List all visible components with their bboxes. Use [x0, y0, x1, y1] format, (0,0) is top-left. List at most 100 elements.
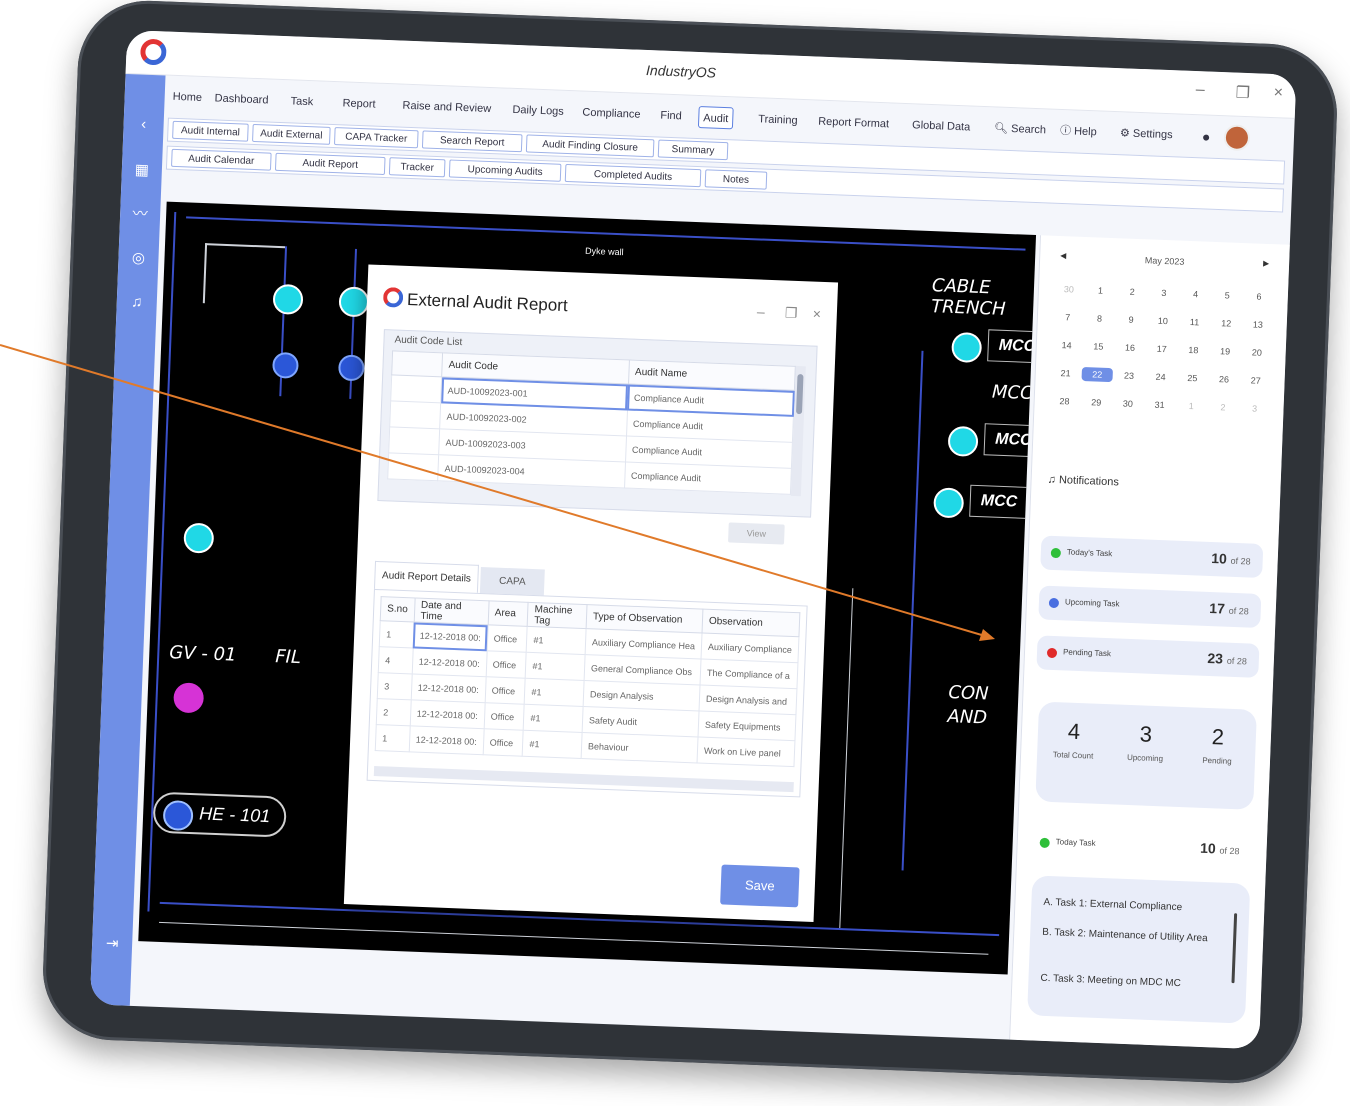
- pending-task-card[interactable]: Pending Task 23 of 28: [1036, 635, 1260, 678]
- menu-home[interactable]: Home: [168, 86, 206, 109]
- close-button[interactable]: ×: [1273, 84, 1283, 102]
- machine-tag-cell[interactable]: #1: [524, 678, 584, 707]
- calendar-day[interactable]: 8: [1083, 311, 1115, 326]
- calendar-day[interactable]: 26: [1208, 372, 1240, 387]
- tab-audit-calendar[interactable]: Audit Calendar: [171, 148, 272, 171]
- menu-report-format[interactable]: Report Format: [814, 110, 894, 135]
- machine-tag-cell[interactable]: #1: [526, 626, 586, 655]
- calendar-day[interactable]: 3: [1239, 401, 1271, 416]
- calendar-day[interactable]: 22: [1081, 366, 1114, 383]
- calendar-day[interactable]: 17: [1146, 341, 1178, 356]
- menu-audit[interactable]: Audit: [697, 106, 734, 130]
- tab-audit-finding-closure[interactable]: Audit Finding Closure: [525, 134, 655, 158]
- valve-icon[interactable]: [173, 682, 205, 714]
- he-unit[interactable]: HE - 101: [152, 791, 287, 838]
- calendar-day[interactable]: 30: [1112, 396, 1144, 411]
- calendar-day[interactable]: 3: [1148, 285, 1180, 300]
- calendar-day[interactable]: 2: [1207, 400, 1239, 415]
- calendar-day[interactable]: 29: [1080, 395, 1112, 410]
- tab-notes[interactable]: Notes: [704, 169, 768, 190]
- calendar-day[interactable]: 4: [1179, 287, 1211, 302]
- calendar-day[interactable]: 9: [1115, 312, 1147, 327]
- tab-summary[interactable]: Summary: [657, 139, 729, 161]
- calendar-day[interactable]: 30: [1053, 282, 1085, 297]
- date-cell[interactable]: 12-12-2018 00:: [409, 699, 485, 729]
- observation-cell[interactable]: Design Analysis and: [698, 684, 797, 715]
- menu-compliance[interactable]: Compliance: [578, 101, 645, 126]
- help-button[interactable]: ⓘ Help: [1056, 120, 1101, 144]
- upcoming-task-card[interactable]: Upcoming Task 17 of 28: [1038, 585, 1262, 628]
- menu-find[interactable]: Find: [656, 104, 686, 127]
- row-selector[interactable]: [388, 426, 440, 455]
- calendar-day[interactable]: 1: [1175, 399, 1207, 414]
- calendar-day[interactable]: 1: [1084, 283, 1116, 298]
- pump-node[interactable]: [271, 351, 299, 379]
- calendar-day[interactable]: 12: [1210, 316, 1242, 331]
- machine-tag-cell[interactable]: #1: [525, 652, 585, 681]
- tab-search-report[interactable]: Search Report: [421, 130, 523, 153]
- bell-icon[interactable]: ♫: [126, 292, 147, 313]
- calendar-day[interactable]: 31: [1143, 397, 1175, 412]
- target-icon[interactable]: ◎: [128, 248, 149, 269]
- observation-cell[interactable]: Work on Live panel: [696, 736, 795, 767]
- observation-cell[interactable]: The Compliance of a: [699, 659, 798, 689]
- menu-training[interactable]: Training: [754, 108, 802, 132]
- menu-task[interactable]: Task: [286, 90, 317, 113]
- calendar-day[interactable]: 13: [1242, 317, 1274, 332]
- tab-tracker[interactable]: Tracker: [388, 157, 446, 178]
- area-cell[interactable]: Office: [483, 702, 525, 731]
- list-item[interactable]: B. Task 2: Maintenance of Utility Area: [1042, 926, 1222, 946]
- calendar-day[interactable]: 14: [1051, 338, 1083, 353]
- view-button[interactable]: View: [728, 522, 785, 545]
- observation-type-cell[interactable]: Behaviour: [581, 732, 698, 763]
- tab-capa-tracker[interactable]: CAPA Tracker: [333, 127, 419, 149]
- calendar-day[interactable]: 6: [1243, 289, 1275, 304]
- tab-audit-external[interactable]: Audit External: [252, 123, 331, 145]
- list-item[interactable]: C. Task 3: Meeting on MDC MC: [1040, 972, 1220, 992]
- details-hscrollbar[interactable]: [373, 766, 794, 793]
- menu-global-data[interactable]: Global Data: [908, 114, 975, 139]
- calendar-day[interactable]: 7: [1052, 310, 1084, 325]
- machine-tag-cell[interactable]: #1: [523, 704, 583, 733]
- calendar-day[interactable]: 24: [1145, 369, 1177, 384]
- calendar-day[interactable]: 21: [1049, 366, 1081, 381]
- calendar-day[interactable]: 20: [1241, 345, 1273, 360]
- sensor-node[interactable]: [183, 522, 215, 554]
- menu-dashboard[interactable]: Dashboard: [210, 87, 273, 111]
- calendar-day[interactable]: 11: [1178, 315, 1210, 330]
- observation-cell[interactable]: Auxiliary Compliance: [700, 633, 799, 663]
- row-selector[interactable]: [387, 452, 439, 481]
- observation-cell[interactable]: Safety Equipments: [697, 710, 796, 741]
- today-task-summary[interactable]: Today Task 10 of 28: [1029, 825, 1253, 868]
- back-icon[interactable]: ‹: [133, 114, 154, 135]
- dashboard-icon[interactable]: ▦: [131, 160, 152, 181]
- calendar-day[interactable]: 28: [1048, 394, 1080, 409]
- calendar-day[interactable]: 25: [1176, 371, 1208, 386]
- status-icon[interactable]: ●: [1198, 125, 1215, 148]
- calendar-day[interactable]: 15: [1082, 339, 1114, 354]
- calendar-day[interactable]: 23: [1113, 368, 1145, 383]
- machine-tag-cell[interactable]: #1: [522, 730, 582, 759]
- row-selector[interactable]: [390, 374, 442, 403]
- mcc-node[interactable]: [947, 425, 979, 457]
- logout-icon[interactable]: ⇥: [102, 934, 123, 955]
- activity-icon[interactable]: 〰: [130, 204, 151, 225]
- date-cell[interactable]: 12-12-2018 00:: [408, 725, 484, 755]
- todays-task-card[interactable]: Today's Task 10 of 28: [1040, 535, 1264, 578]
- restore-button[interactable]: ❐: [1235, 83, 1250, 104]
- calendar-day[interactable]: 16: [1114, 340, 1146, 355]
- area-cell[interactable]: Office: [482, 728, 524, 757]
- tab-completed-audits[interactable]: Completed Audits: [564, 163, 702, 188]
- tab-audit-report[interactable]: Audit Report: [274, 152, 386, 176]
- tab-upcoming-audits[interactable]: Upcoming Audits: [448, 159, 562, 182]
- settings-button[interactable]: ⚙ Settings: [1116, 122, 1177, 146]
- date-cell[interactable]: 12-12-2018 00:: [412, 621, 488, 651]
- area-cell[interactable]: Office: [484, 676, 526, 705]
- minimize-button[interactable]: –: [1195, 81, 1205, 99]
- menu-raise-review[interactable]: Raise and Review: [398, 94, 495, 120]
- modal-restore-button[interactable]: ❐: [785, 304, 798, 321]
- audit-name-cell[interactable]: Compliance Audit: [624, 461, 792, 495]
- avatar[interactable]: [1223, 124, 1251, 152]
- sensor-node[interactable]: [272, 283, 304, 315]
- search-button[interactable]: 🔍︎ Search: [990, 117, 1051, 141]
